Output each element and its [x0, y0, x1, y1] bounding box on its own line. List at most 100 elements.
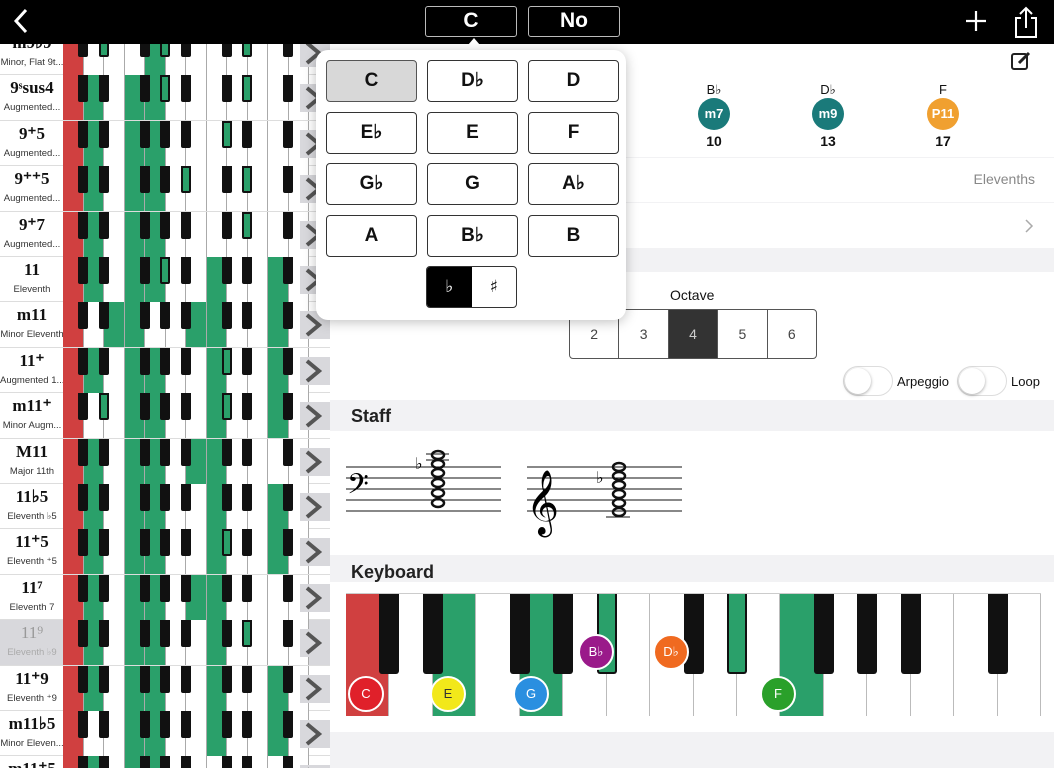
mini-black-key	[78, 574, 88, 602]
mini-black-key	[139, 529, 150, 557]
mini-black-key	[139, 166, 150, 194]
mini-black-key	[139, 393, 150, 421]
chevron-right-icon[interactable]	[300, 402, 330, 431]
note-option[interactable]: A♭	[528, 163, 619, 205]
chord-list-item[interactable]: 11⁺9 Eleventh ⁺9	[0, 665, 330, 711]
note-option[interactable]: E	[427, 111, 518, 154]
arpeggio-toggle[interactable]	[843, 366, 893, 396]
chevron-right-icon[interactable]	[300, 674, 330, 703]
mini-black-key	[78, 166, 88, 194]
chevron-right-icon[interactable]	[300, 493, 330, 521]
note-option[interactable]: C	[326, 60, 417, 102]
mini-black-key	[221, 302, 232, 330]
mini-keyboard	[63, 529, 309, 575]
octave-option[interactable]: 3	[619, 310, 669, 358]
note-option[interactable]: G♭	[326, 163, 417, 205]
octave-option[interactable]: 4	[668, 310, 719, 358]
chevron-right-icon[interactable]	[300, 538, 330, 567]
chevron-right-icon[interactable]	[300, 629, 330, 658]
chord-symbol: m9♭9	[0, 44, 64, 53]
loop-toggle[interactable]	[957, 366, 1007, 396]
svg-text:♭: ♭	[415, 454, 423, 473]
chord-list-item[interactable]: 11⁹ Eleventh ♭9	[0, 620, 330, 666]
chord-list-item[interactable]: M11 Major 11th	[0, 438, 330, 484]
note-option[interactable]: E♭	[326, 111, 417, 154]
black-key[interactable]	[553, 594, 574, 674]
note-option[interactable]: B	[528, 214, 619, 257]
mini-black-key	[283, 75, 293, 103]
share-icon[interactable]	[1013, 5, 1039, 39]
mini-keyboard	[63, 257, 309, 302]
chord-description: Minor Eleven...	[0, 738, 64, 749]
note-option[interactable]: B♭	[427, 214, 518, 257]
chord-list-item[interactable]: m11♭5 Minor Eleven...	[0, 711, 330, 757]
mini-black-key	[242, 75, 252, 103]
note-marker: C	[348, 676, 384, 712]
accidental-segmented-control[interactable]: ♭ ♯	[426, 266, 517, 308]
chord-list-item[interactable]: m11⁺5	[0, 756, 330, 768]
mini-black-key	[242, 484, 252, 511]
note-option[interactable]: G	[427, 163, 518, 205]
mini-black-key	[139, 665, 150, 693]
chord-list-item[interactable]: 11 Eleventh	[0, 257, 330, 303]
black-key[interactable]	[813, 594, 834, 674]
chevron-right-icon[interactable]	[300, 720, 330, 748]
note-option[interactable]: A	[326, 214, 417, 257]
black-key[interactable]	[726, 594, 747, 674]
chord-list-item[interactable]: 9⁺7 Augmented...	[0, 211, 330, 257]
mini-black-key	[160, 529, 170, 557]
note-option[interactable]: D	[528, 60, 619, 102]
chord-list-item[interactable]: 11♭5 Eleventh ♭5	[0, 484, 330, 530]
mini-black-key	[221, 166, 232, 194]
chord-symbol: 9⁺5	[19, 123, 45, 143]
mini-black-key	[180, 393, 191, 421]
black-key[interactable]	[683, 594, 704, 674]
mini-black-key	[180, 120, 191, 148]
mini-black-key	[98, 756, 109, 768]
chord-symbol: 9⁺⁺5	[14, 169, 50, 189]
black-key[interactable]	[857, 594, 878, 674]
black-key[interactable]	[900, 594, 921, 674]
mini-black-key	[78, 44, 88, 57]
chord-list-item[interactable]: 9ˢsus4 Augmented...	[0, 75, 330, 121]
back-chevron-icon[interactable]	[8, 4, 34, 38]
chord-list-item[interactable]: m11⁺ Minor Augm...	[0, 393, 330, 439]
chevron-right-icon[interactable]	[300, 356, 330, 385]
chord-list-item[interactable]: 9⁺⁺5 Augmented...	[0, 166, 330, 212]
mini-black-key	[221, 75, 232, 103]
black-key[interactable]	[422, 594, 443, 674]
mini-keyboard	[63, 711, 309, 756]
chevron-right-icon[interactable]	[300, 583, 330, 612]
mini-black-key	[242, 574, 252, 602]
chord-list-item[interactable]: 11⁺ Augmented 1...	[0, 347, 330, 394]
octave-option[interactable]: 6	[768, 310, 816, 358]
sharp-option[interactable]: ♯	[472, 267, 517, 307]
mini-keyboard	[63, 166, 309, 212]
black-key[interactable]	[379, 594, 400, 674]
mini-black-key	[180, 257, 191, 284]
flat-option[interactable]: ♭	[427, 267, 472, 307]
note-option[interactable]: F	[528, 111, 619, 154]
edit-icon[interactable]	[1010, 50, 1032, 72]
octave-option[interactable]: 5	[718, 310, 768, 358]
chevron-right-icon[interactable]	[300, 447, 330, 476]
mini-black-key	[180, 529, 191, 557]
mini-black-key	[283, 166, 293, 194]
chord-description: Eleventh 7	[9, 601, 55, 613]
black-key[interactable]	[987, 594, 1008, 674]
piano-keyboard[interactable]: C E G B♭ D♭ F	[346, 593, 1041, 716]
root-note-button[interactable]: C	[425, 6, 517, 37]
add-icon[interactable]	[962, 5, 990, 37]
chord-list-item[interactable]: m11 Minor Eleventh	[0, 302, 330, 348]
note-option[interactable]: D♭	[427, 60, 518, 102]
mini-black-key	[160, 257, 170, 284]
black-key[interactable]	[509, 594, 530, 674]
chord-list-item[interactable]: 9⁺5 Augmented...	[0, 120, 330, 167]
mini-black-key	[160, 484, 170, 511]
mini-black-key	[160, 75, 170, 103]
chord-list-item[interactable]: 11⁺5 Eleventh ⁺5	[0, 529, 330, 575]
chord-quality-button[interactable]: No	[528, 6, 620, 37]
chord-list-item[interactable]: 11⁷ Eleventh 7	[0, 574, 330, 621]
svg-text:♭: ♭	[596, 468, 604, 487]
chord-list-item[interactable]: m9♭9 Minor, Flat 9t...	[0, 44, 330, 76]
